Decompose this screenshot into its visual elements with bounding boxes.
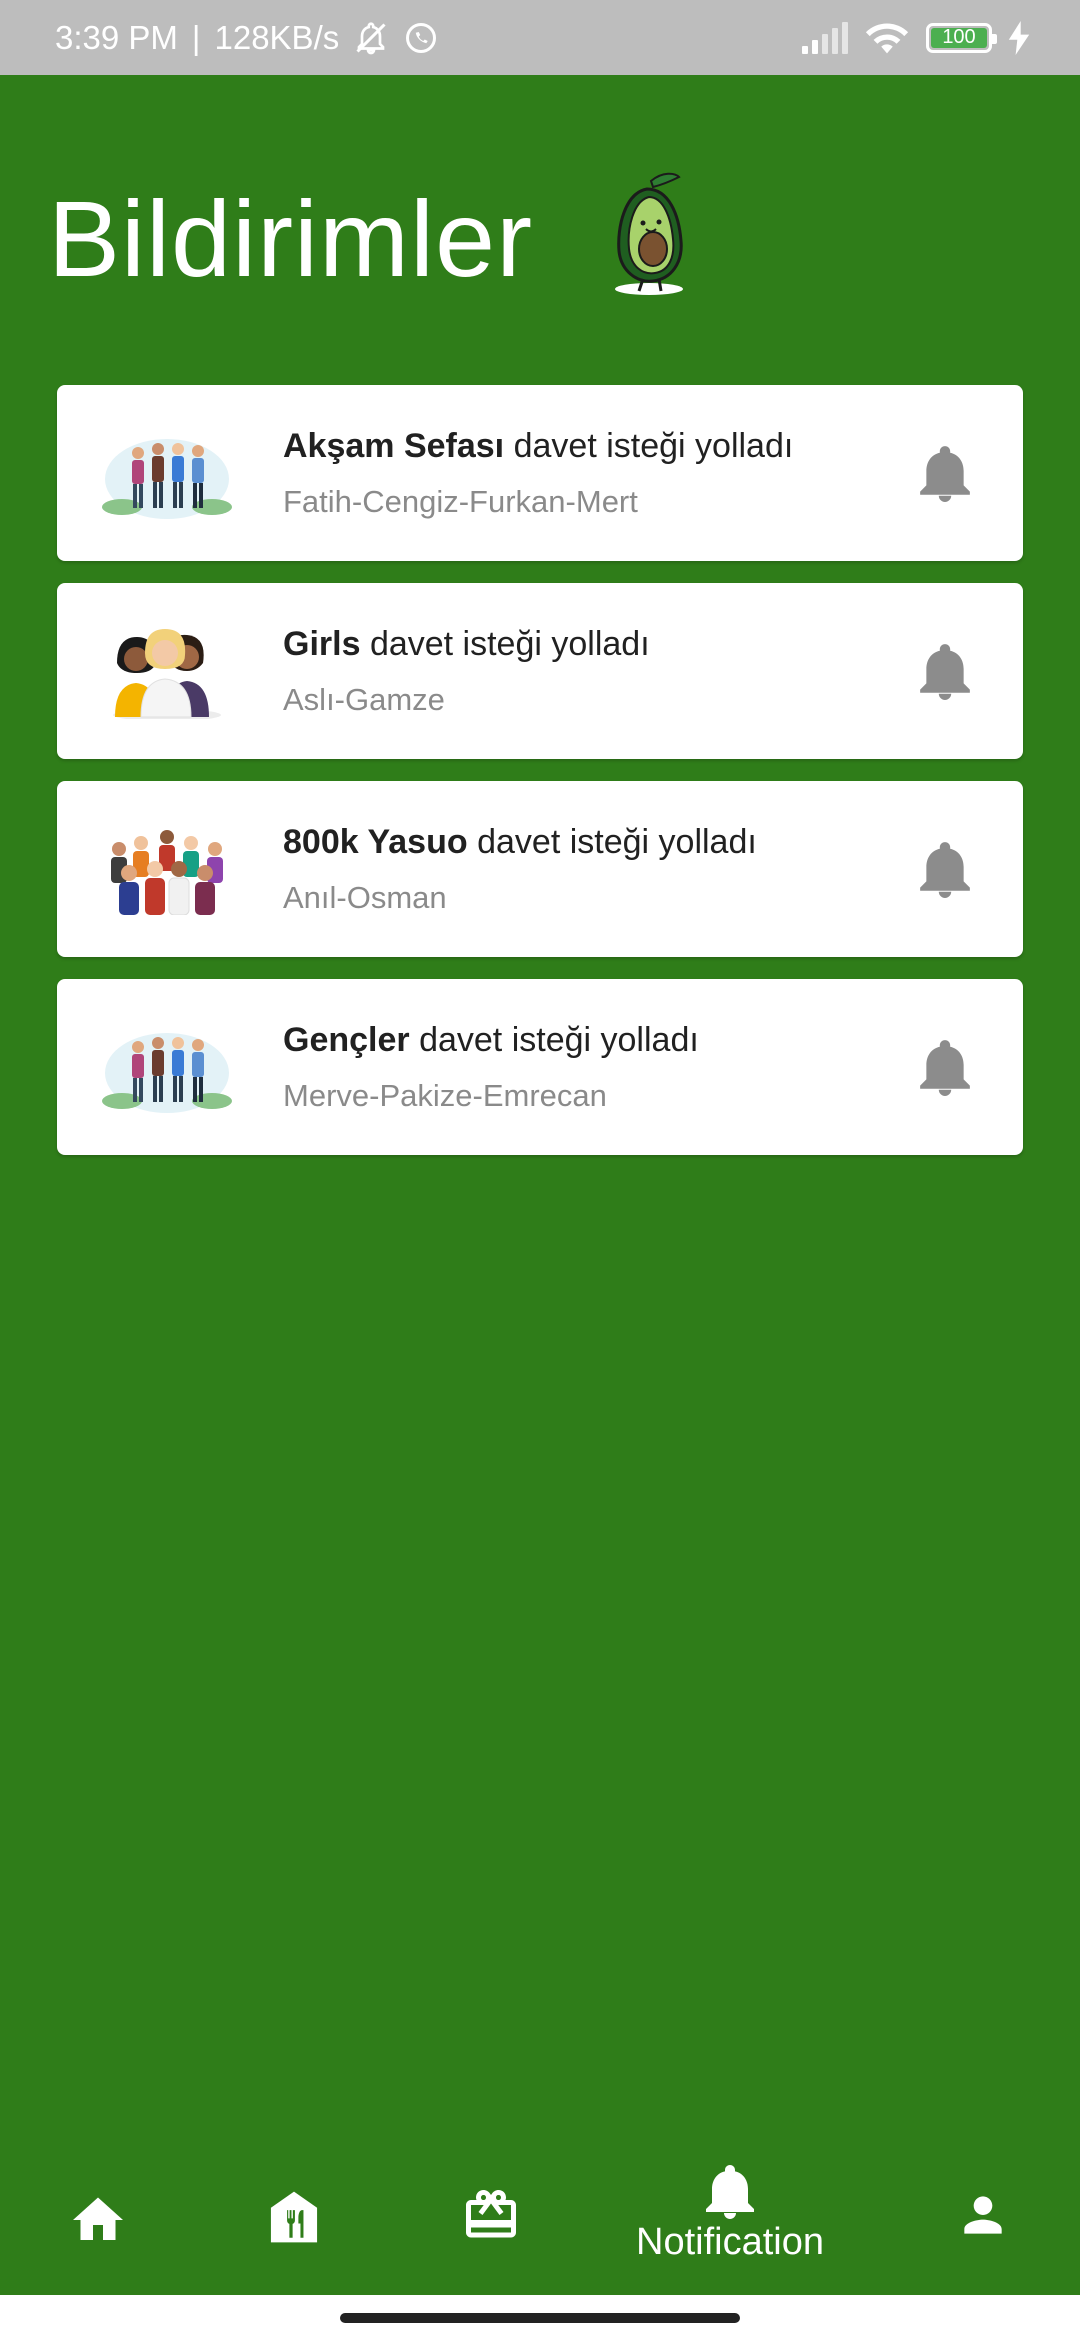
group-members: Anıl-Osman [283, 880, 447, 915]
group-members: Fatih-Cengiz-Furkan-Mert [283, 484, 638, 519]
home-gesture-bar[interactable] [340, 2313, 740, 2323]
main-content: Bildirimler Akşam Sefası davet isteği yo… [0, 75, 1080, 2295]
notification-text: 800k Yasuo davet isteği yolladı Anıl-Osm… [283, 823, 757, 916]
status-separator: | [191, 18, 201, 56]
battery-icon: 100 [926, 22, 997, 53]
page-header: Bildirimler [48, 172, 699, 302]
home-icon [73, 2197, 123, 2240]
group-name: 800k Yasuo [283, 823, 468, 861]
notification-text: Gençler davet isteği yolladı Merve-Pakiz… [283, 1021, 699, 1114]
nav-gift-card[interactable] [461, 2185, 521, 2245]
bell-icon [705, 2165, 754, 2219]
bottom-navigation: Notification [0, 2135, 1080, 2295]
nav-home[interactable] [68, 2187, 128, 2243]
status-time: 3:39 PM [55, 18, 178, 56]
notification-card[interactable]: Gençler davet isteği yolladı Merve-Pakiz… [57, 979, 1023, 1155]
group-avatar [102, 821, 232, 917]
group-avatar [102, 623, 232, 719]
notification-card[interactable]: Akşam Sefası davet isteği yolladı Fatih-… [57, 385, 1023, 561]
nav-notification[interactable]: Notification [636, 2163, 824, 2264]
notification-message: davet isteği yolladı [369, 625, 650, 663]
battery-level: 100 [931, 26, 987, 48]
wifi-icon [864, 20, 910, 56]
group-of-four-people-icon [102, 1033, 232, 1113]
three-women-icon [113, 629, 221, 719]
group-name: Girls [283, 625, 361, 663]
status-left: 3:39 PM | 128KB/s [55, 19, 439, 57]
group-name: Akşam Sefası [283, 427, 505, 465]
page-title: Bildirimler [48, 178, 534, 299]
notification-text: Girls davet isteği yolladı Aslı-Gamze [283, 625, 650, 718]
signal-icon [800, 21, 848, 54]
group-avatar [102, 425, 232, 521]
whatsapp-icon [403, 20, 439, 56]
group-name: Gençler [283, 1021, 410, 1059]
notification-card[interactable]: 800k Yasuo davet isteği yolladı Anıl-Osm… [57, 781, 1023, 957]
bell-icon[interactable] [919, 641, 971, 701]
charging-icon [1008, 20, 1030, 55]
bell-icon[interactable] [919, 1037, 971, 1097]
notification-list: Akşam Sefası davet isteği yolladı Fatih-… [57, 385, 1023, 1177]
group-members: Merve-Pakize-Emrecan [283, 1078, 607, 1113]
crowd-of-people-icon [111, 830, 223, 915]
person-icon [964, 2196, 1002, 2234]
status-bar: 3:39 PM | 128KB/s 100 [0, 0, 1080, 75]
nav-restaurant[interactable] [266, 2187, 322, 2247]
restaurant-icon [270, 2191, 318, 2243]
group-avatar [102, 1019, 232, 1115]
group-members: Aslı-Gamze [283, 682, 445, 717]
nav-profile[interactable] [955, 2187, 1011, 2243]
mute-icon [353, 20, 389, 56]
status-right: 100 [800, 20, 1030, 56]
notification-message: davet isteği yolladı [477, 823, 757, 861]
notification-message: davet isteği yolladı [513, 427, 794, 465]
notification-title: Gençler davet isteği yolladı [283, 1021, 699, 1060]
notification-title: 800k Yasuo davet isteği yolladı [283, 823, 757, 862]
status-net-speed: 128KB/s [214, 18, 340, 56]
notification-text: Akşam Sefası davet isteği yolladı Fatih-… [283, 427, 793, 520]
notification-title: Akşam Sefası davet isteği yolladı [283, 427, 793, 466]
avocado-mascot-icon [603, 167, 699, 302]
notification-title: Girls davet isteği yolladı [283, 625, 650, 664]
gesture-area [0, 2295, 1080, 2340]
notification-card[interactable]: Girls davet isteği yolladı Aslı-Gamze [57, 583, 1023, 759]
group-of-four-people-icon [102, 439, 232, 519]
nav-notification-label: Notification [636, 2221, 824, 2263]
bell-icon[interactable] [919, 839, 971, 899]
gift-card-icon [466, 2190, 516, 2238]
bell-icon[interactable] [919, 443, 971, 503]
notification-message: davet isteği yolladı [419, 1021, 699, 1059]
